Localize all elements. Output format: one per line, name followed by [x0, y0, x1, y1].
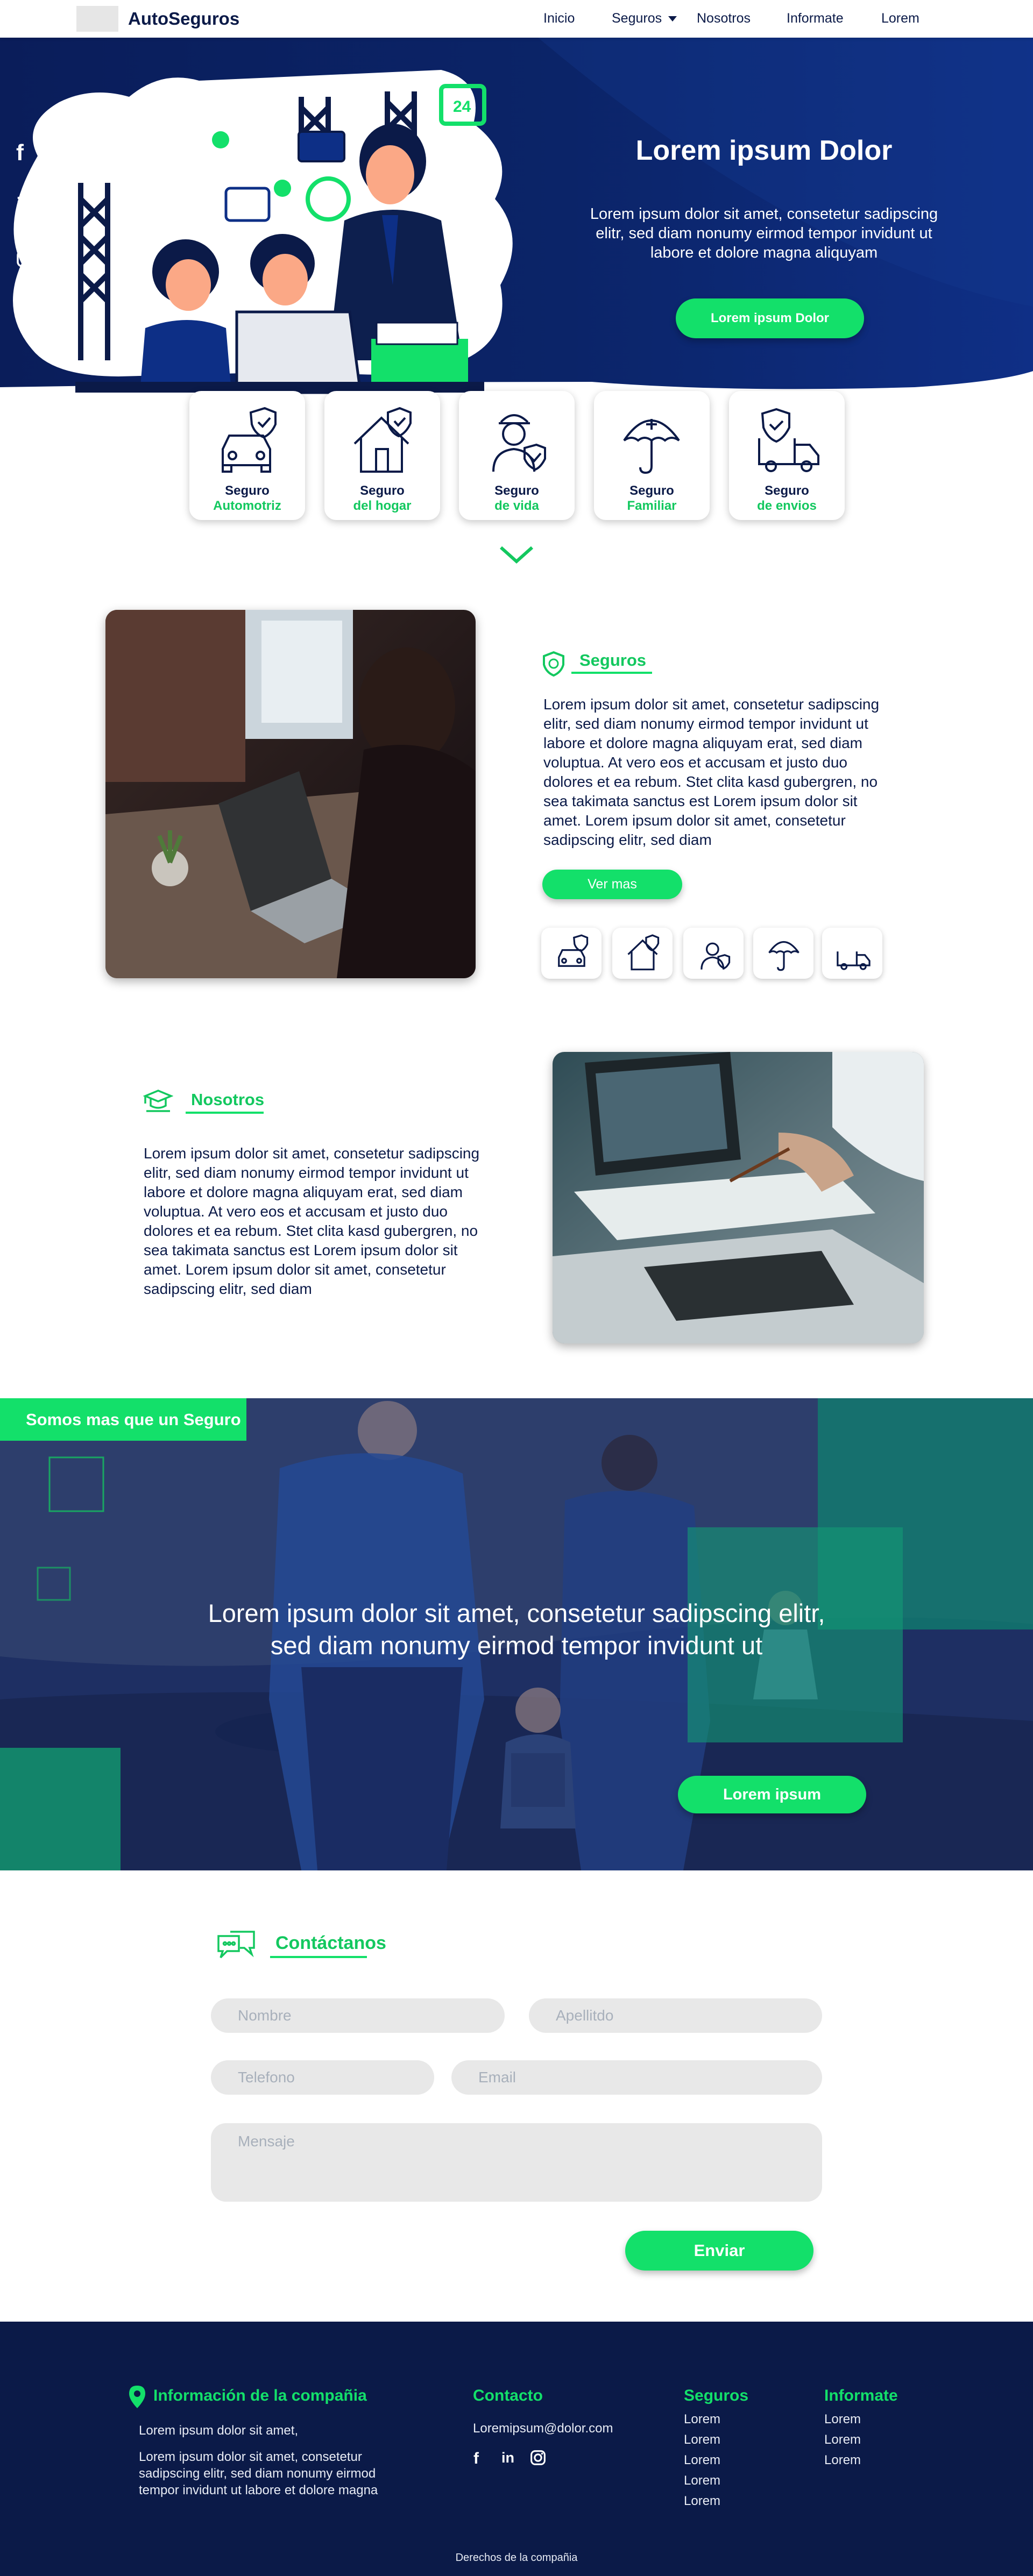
hero-cta-button[interactable]: Lorem ipsum Dolor [676, 298, 864, 338]
footer-email-link[interactable]: Loremipsum@dolor.com [473, 2421, 613, 2436]
footer-informate-link[interactable]: Lorem [824, 2453, 861, 2468]
insurance-card-subtitle: de vida [494, 499, 539, 513]
signing-document-photo [553, 1052, 924, 1343]
footer-info-line1: Lorem ipsum dolor sit amet, [139, 2423, 299, 2438]
facebook-icon[interactable]: f [473, 2450, 479, 2468]
logo-placeholder[interactable] [76, 6, 118, 32]
hero-text: Lorem ipsum dolor sit amet, consetetur s… [590, 205, 938, 261]
insurance-card-subtitle: del hogar [353, 499, 412, 513]
banner-cta-button[interactable]: Lorem ipsum [678, 1776, 866, 1813]
truck-shield-icon [758, 408, 819, 472]
insurance-card-subtitle: Automotriz [213, 499, 281, 513]
insurance-card-subtitle: de envios [757, 499, 817, 513]
contact-heading: Contáctanos [275, 1933, 386, 1953]
umbrella-icon [768, 941, 799, 971]
footer-info-heading: Información de la compañia [153, 2387, 367, 2404]
insurance-card-title: Seguro [629, 483, 674, 498]
top-navbar: AutoSeguros Inicio Seguros Nosotros Info… [0, 0, 1033, 38]
seguros-heading: Seguros [579, 651, 647, 670]
footer-informate-link[interactable]: Lorem [824, 2412, 861, 2427]
nav-link-seguros-label: Seguros [612, 11, 662, 26]
banner-tag: Somos mas que un Seguro [0, 1398, 246, 1441]
car-shield-icon [222, 407, 277, 473]
insurance-card-title: Seguro [360, 483, 405, 498]
linkedin-icon[interactable]: in [16, 194, 36, 218]
heading-underline [270, 1956, 367, 1958]
house-shield-icon [353, 407, 412, 473]
footer-seguros-link[interactable]: Lorem [684, 2473, 720, 2488]
office-laptop-photo [105, 610, 476, 978]
brand-name[interactable]: AutoSeguros [128, 9, 239, 29]
house-shield-icon [627, 934, 660, 971]
mini-card-familiar[interactable] [753, 928, 813, 979]
svg-text:24: 24 [453, 98, 471, 116]
hero-title: Lorem ipsum Dolor [635, 135, 893, 166]
footer-seguros-link[interactable]: Lorem [684, 2494, 720, 2509]
copyright-text: Derechos de la compañia [455, 2552, 578, 2564]
nav-link-seguros[interactable]: Seguros [612, 11, 677, 26]
person-shield-icon [701, 942, 731, 970]
footer-informate-link[interactable]: Lorem [824, 2432, 861, 2447]
chevron-down-icon[interactable] [498, 544, 535, 566]
team-illustration: 24 [13, 70, 513, 394]
insurance-card-envios[interactable]: Seguro de envios [729, 391, 845, 520]
umbrella-icon [623, 419, 680, 474]
insurance-card-hogar[interactable]: Seguro del hogar [324, 391, 440, 520]
person-shield-icon [492, 414, 546, 472]
facebook-icon[interactable]: f [16, 140, 24, 166]
nav-link-lorem[interactable]: Lorem [881, 11, 919, 26]
heading-underline [571, 672, 652, 674]
nav-link-inicio[interactable]: Inicio [543, 11, 575, 26]
instagram-icon[interactable] [530, 2450, 546, 2470]
nosotros-heading: Nosotros [191, 1090, 265, 1109]
footer-informate-heading: Informate [824, 2387, 898, 2404]
footer-info-line2: Lorem ipsum dolor sit amet, consetetur s… [139, 2450, 378, 2497]
chevron-down-icon [668, 16, 677, 22]
linkedin-icon[interactable]: in [501, 2450, 514, 2466]
chat-bubble-icon [217, 1931, 255, 1959]
apellido-field[interactable] [529, 1998, 822, 2033]
insurance-card-automotriz[interactable]: Seguro Automotriz [189, 391, 305, 520]
location-pin-icon [129, 2386, 145, 2408]
nav-link-nosotros[interactable]: Nosotros [697, 11, 751, 26]
nosotros-text: Lorem ipsum dolor sit amet, consetetur s… [144, 1145, 480, 1297]
enviar-button[interactable]: Enviar [625, 2231, 813, 2271]
email-field[interactable] [451, 2060, 822, 2095]
insurance-card-title: Seguro [494, 483, 539, 498]
insurance-card-title: Seguro [225, 483, 270, 498]
footer-seguros-heading: Seguros [684, 2387, 749, 2404]
shield-icon [543, 651, 564, 677]
car-shield-icon [558, 934, 589, 967]
mini-card-auto[interactable] [541, 928, 602, 979]
insurance-card-vida[interactable]: Seguro de vida [459, 391, 575, 520]
footer-seguros-link[interactable]: Lorem [684, 2453, 720, 2468]
telefono-field[interactable] [211, 2060, 434, 2095]
instagram-icon[interactable] [16, 247, 34, 273]
insurance-card-subtitle: Familiar [627, 499, 677, 513]
graduation-cap-icon [143, 1090, 173, 1112]
footer-seguros-link[interactable]: Lorem [684, 2432, 720, 2447]
nav-link-informate[interactable]: Informate [787, 11, 844, 26]
seguros-text: Lorem ipsum dolor sit amet, consetetur s… [543, 696, 880, 848]
heading-underline [186, 1112, 264, 1114]
footer-seguros-link[interactable]: Lorem [684, 2412, 720, 2427]
hero-section: 24 f in Lorem ipsum Dolor Lorem ipsum do… [0, 38, 1033, 414]
insurance-card-familiar[interactable]: Seguro Familiar [594, 391, 710, 520]
footer-contact-heading: Contacto [473, 2387, 543, 2404]
mini-card-envios[interactable] [822, 928, 882, 979]
nombre-field[interactable] [211, 1998, 505, 2033]
mensaje-field[interactable] [211, 2123, 822, 2202]
truck-shield-icon [837, 951, 871, 970]
banner-text: Lorem ipsum dolor sit amet, consetetur s… [208, 1599, 825, 1660]
mini-card-vida[interactable] [683, 928, 744, 979]
mini-card-hogar[interactable] [612, 928, 673, 979]
family-banner: Somos mas que un Seguro Lorem ipsum dolo… [0, 1398, 1033, 1870]
insurance-card-title: Seguro [765, 483, 809, 498]
ver-mas-button[interactable]: Ver mas [542, 870, 682, 899]
